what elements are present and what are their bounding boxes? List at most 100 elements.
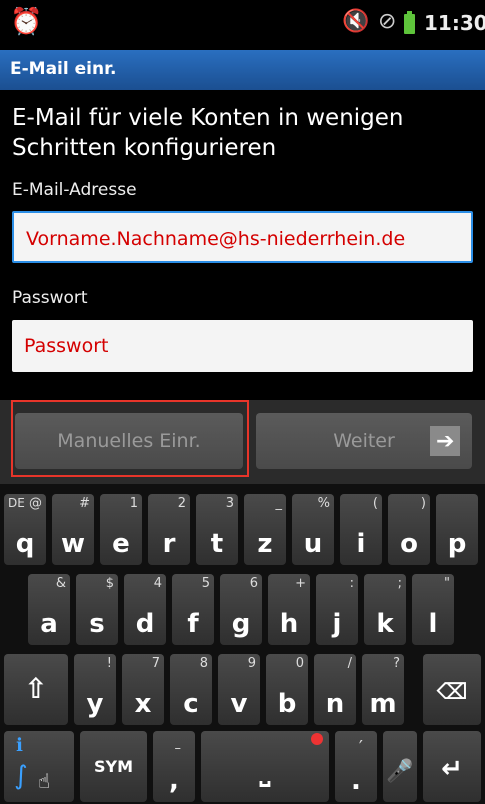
mute-icon: 🔇: [342, 9, 370, 34]
key-g[interactable]: 6g: [220, 574, 262, 645]
key-label: g: [231, 609, 251, 639]
shift-icon: ⇧: [24, 672, 48, 705]
key-j[interactable]: :j: [316, 574, 358, 645]
key-alt-label: &: [55, 576, 66, 591]
key-x[interactable]: 7x: [122, 654, 164, 725]
alarm-clock-icon: ⏰: [10, 7, 43, 37]
key-h[interactable]: + h: [268, 574, 310, 645]
key-label: s: [89, 609, 105, 639]
key-label: o: [400, 529, 418, 559]
space-icon: ⎵: [259, 757, 271, 787]
next-button-label: Weiter: [333, 430, 395, 452]
key-label: w: [60, 529, 86, 559]
enter-key[interactable]: ↵: [423, 731, 481, 802]
microphone-icon: 🎤: [386, 759, 414, 784]
comma-key[interactable]: – ,: [153, 731, 195, 802]
key-label: t: [210, 529, 224, 559]
next-button[interactable]: Weiter ➔: [256, 413, 472, 469]
key-c[interactable]: 8c: [170, 654, 212, 725]
key-y[interactable]: ! y: [74, 654, 116, 725]
key-alt-label: @: [29, 496, 42, 511]
key-alt-label: ): [420, 496, 426, 511]
sym-label: SYM: [93, 757, 134, 776]
key-label: h: [279, 609, 299, 639]
key-t[interactable]: 3t: [196, 494, 238, 565]
swype-icon: ∫: [14, 761, 28, 791]
key-alt-label: /: [347, 656, 352, 671]
key-label: u: [303, 529, 323, 559]
key-m[interactable]: ? m: [362, 654, 404, 725]
key-alt-label: !: [106, 656, 112, 671]
key-alt-label: ;: [397, 576, 402, 591]
key-alt-label: 2: [177, 496, 186, 511]
key-alt-label: 3: [225, 496, 234, 511]
key-label: m: [369, 689, 397, 719]
email-field[interactable]: Vorname.Nachname@hs-niederrhein.de: [12, 211, 473, 263]
key-z[interactable]: _ z: [244, 494, 286, 565]
status-bar: ⏰ 🔇 ⊘ 11:30: [0, 0, 485, 46]
period-key[interactable]: ′ .: [335, 731, 377, 802]
key-alt-label: ?: [393, 656, 400, 671]
key-r[interactable]: 2r: [148, 494, 190, 565]
key-label: q: [15, 529, 35, 559]
apostrophe-alt: ′: [358, 737, 363, 758]
key-q[interactable]: DE @ q: [4, 494, 46, 565]
key-o[interactable]: ) o: [388, 494, 430, 565]
key-alt-label: 6: [249, 576, 258, 591]
arrow-right-icon: ➔: [430, 426, 460, 456]
enter-icon: ↵: [441, 754, 463, 784]
hand-pointer-icon: ☝: [38, 769, 51, 793]
password-label: Passwort: [12, 288, 88, 308]
key-e[interactable]: 1e: [100, 494, 142, 565]
backspace-key[interactable]: ⌫: [423, 654, 481, 725]
key-alt-label: 4: [153, 576, 162, 591]
key-l[interactable]: " l: [412, 574, 454, 645]
key-alt-label: 8: [199, 656, 208, 671]
key-alt-label: (: [372, 496, 378, 511]
shift-key[interactable]: ⇧: [4, 654, 68, 725]
key-u[interactable]: % u: [292, 494, 334, 565]
page-title: E-Mail einr.: [10, 59, 117, 79]
key-w[interactable]: # w: [52, 494, 94, 565]
key-alt-label: 1: [129, 496, 138, 511]
space-key[interactable]: ⎵: [201, 731, 329, 802]
sym-key[interactable]: SYM: [80, 731, 147, 802]
key-alt-label: #: [79, 496, 90, 511]
key-alt-label: 5: [201, 576, 210, 591]
key-label: p: [447, 529, 467, 559]
key-alt-label: ": [444, 576, 450, 591]
key-label: e: [112, 529, 130, 559]
key-a[interactable]: & a: [28, 574, 70, 645]
key-n[interactable]: / n: [314, 654, 356, 725]
key-label: d: [135, 609, 155, 639]
key-k[interactable]: ; k: [364, 574, 406, 645]
key-label: a: [40, 609, 58, 639]
microphone-key[interactable]: 🎤: [383, 731, 417, 802]
key-v[interactable]: 9v: [218, 654, 260, 725]
key-alt-label: 7: [151, 656, 160, 671]
key-label: c: [183, 689, 199, 719]
period-label: .: [351, 766, 361, 796]
info-icon: ℹ: [16, 735, 23, 756]
key-label: x: [134, 689, 152, 719]
key-label: b: [277, 689, 297, 719]
dash-alt: –: [174, 741, 182, 756]
password-field[interactable]: Passwort: [12, 320, 473, 372]
key-label: l: [428, 609, 438, 639]
key-alt-label: :: [349, 576, 354, 591]
key-label: z: [257, 529, 273, 559]
key-d[interactable]: 4d: [124, 574, 166, 645]
key-p[interactable]: p: [436, 494, 478, 565]
key-i[interactable]: (i: [340, 494, 382, 565]
key-alt-label: 0: [295, 656, 304, 671]
key-label: v: [230, 689, 248, 719]
key-f[interactable]: 5f: [172, 574, 214, 645]
key-s[interactable]: $ s: [76, 574, 118, 645]
key-label: n: [325, 689, 345, 719]
key-alt-label: $: [105, 576, 114, 591]
input-method-key[interactable]: ℹ ∫ ☝: [4, 731, 74, 802]
backspace-icon: ⌫: [436, 680, 468, 705]
key-b[interactable]: 0b: [266, 654, 308, 725]
key-alt-label: %: [317, 496, 330, 511]
key-label: f: [187, 609, 199, 639]
